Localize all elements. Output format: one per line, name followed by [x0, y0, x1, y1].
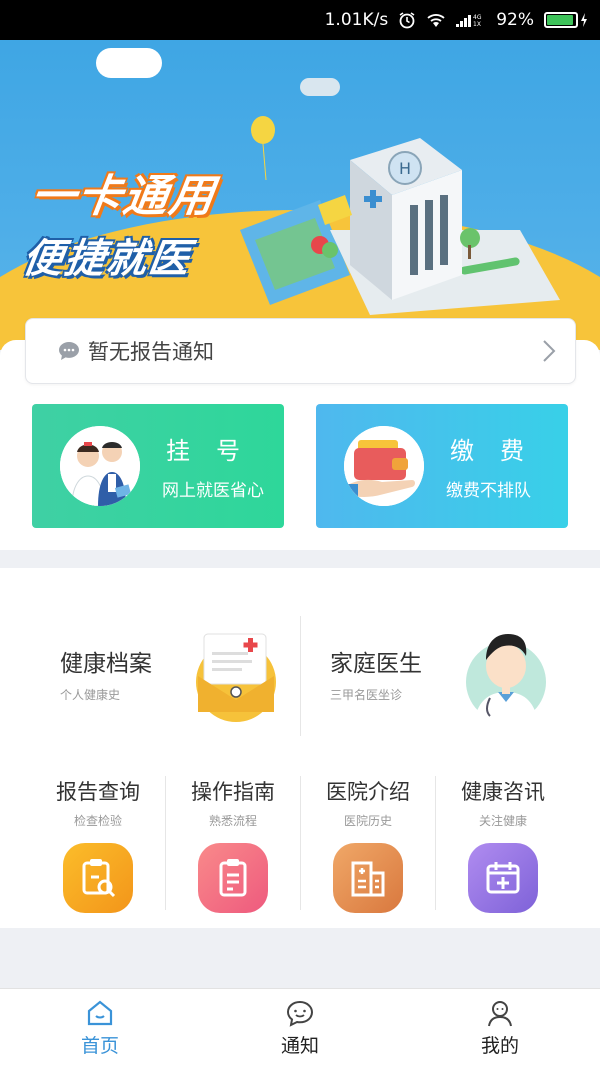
wallet-hand-icon: [344, 426, 424, 506]
calendar-plus-icon: [468, 843, 538, 913]
health-record-subtitle: 个人健康史: [60, 688, 121, 702]
tab-notice-label: 通知: [280, 1034, 319, 1057]
tab-home[interactable]: 首页: [0, 989, 200, 1067]
guide-clipboard-icon: [198, 843, 268, 913]
payment-title: 缴费: [450, 437, 550, 465]
hospital-building-icon: [333, 843, 403, 913]
doctor-avatar-icon: [60, 426, 140, 506]
slogan-line-2: 便捷就医: [19, 236, 195, 282]
bottom-tab-bar: 首页 通知 我的: [0, 988, 600, 1067]
promo-banner[interactable]: H 一卡通用 便捷就医: [0, 40, 600, 350]
hospital-sign-letter: H: [399, 159, 411, 178]
banner-slogan: 一卡通用 便捷就医: [19, 160, 220, 284]
report-query-item[interactable]: 报告查询 检查检验: [23, 776, 173, 913]
report-search-icon: [63, 843, 133, 913]
message-bubble-icon: [59, 342, 79, 360]
chevron-right-icon: [543, 340, 556, 362]
svg-text:1X: 1X: [473, 21, 481, 28]
payment-subtitle: 缴费不排队: [446, 481, 531, 501]
notice-text: 暂无报告通知: [88, 340, 214, 364]
person-icon: [488, 1000, 512, 1026]
signal-icon: 4G 1X: [456, 12, 486, 28]
hospital-intro-item[interactable]: 医院介绍 医院历史: [293, 776, 443, 913]
battery-icon: [544, 12, 588, 28]
register-title: 挂号: [166, 437, 266, 465]
doctor-portrait-icon: [466, 634, 546, 722]
wifi-icon: [426, 12, 446, 28]
register-subtitle: 网上就医省心: [162, 481, 264, 501]
family-doctor-item[interactable]: 家庭医生 三甲名医坐诊: [300, 616, 600, 736]
tab-mine[interactable]: 我的: [400, 989, 600, 1067]
register-card[interactable]: 挂号 网上就医省心: [32, 404, 284, 528]
network-speed: 1.01K/s: [324, 10, 389, 30]
slogan-line-1: 一卡通用: [28, 171, 220, 222]
hospital-intro-title: 医院介绍: [326, 780, 410, 804]
family-doctor-title: 家庭医生: [330, 651, 422, 677]
health-news-title: 健康咨讯: [461, 780, 545, 804]
battery-percent: 92%: [496, 10, 534, 30]
health-news-item[interactable]: 健康咨讯 关注健康: [428, 776, 578, 913]
alarm-icon: [398, 11, 416, 29]
health-record-title: 健康档案: [60, 651, 152, 677]
home-icon: [87, 1000, 113, 1025]
guide-title: 操作指南: [191, 780, 275, 804]
health-record-item[interactable]: 健康档案 个人健康史: [0, 616, 300, 736]
chat-smile-icon: [286, 1000, 314, 1027]
status-bar: 1.01K/s 4G 1X 92%: [0, 0, 600, 40]
app-screen: 1.01K/s 4G 1X 92% H 一卡通用 便捷就医 暂无报告通知 挂号 …: [0, 0, 600, 1067]
tab-notice[interactable]: 通知: [200, 989, 400, 1067]
report-query-subtitle: 检查检验: [73, 814, 122, 828]
payment-card[interactable]: 缴费 缴费不排队: [316, 404, 568, 528]
health-news-subtitle: 关注健康: [478, 814, 527, 828]
hospital-intro-subtitle: 医院历史: [343, 814, 392, 828]
guide-item[interactable]: 操作指南 熟悉流程: [158, 776, 308, 913]
svg-text:4G: 4G: [473, 14, 482, 21]
report-query-title: 报告查询: [56, 780, 140, 804]
guide-subtitle: 熟悉流程: [208, 814, 257, 828]
family-doctor-subtitle: 三甲名医坐诊: [330, 688, 403, 702]
tab-mine-label: 我的: [480, 1034, 519, 1057]
medical-envelope-icon: [196, 633, 276, 722]
tab-home-label: 首页: [80, 1034, 119, 1057]
report-notice-bar[interactable]: 暂无报告通知: [25, 318, 576, 384]
